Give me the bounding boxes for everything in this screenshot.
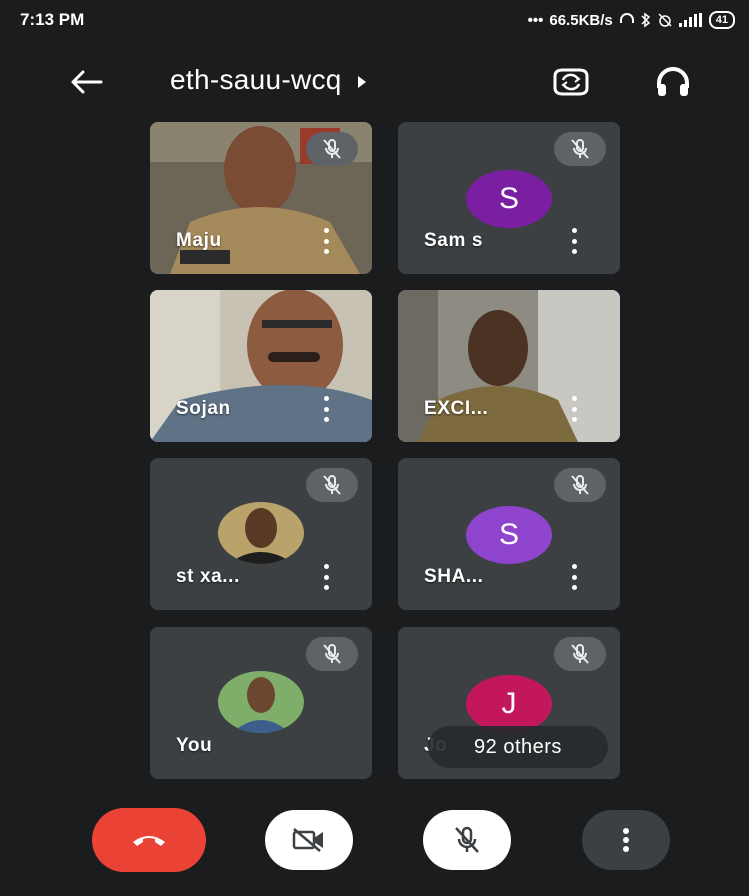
participant-tile-st-xa[interactable]: st xa... (150, 458, 372, 610)
participant-more-button[interactable] (320, 396, 332, 422)
participant-tile-sojan[interactable]: Sojan (150, 290, 372, 442)
bluetooth-icon (641, 12, 650, 28)
status-time: 7:13 PM (20, 10, 85, 29)
videocam-off-icon (292, 828, 323, 852)
participant-tile-exci[interactable]: EXCI... (398, 290, 620, 442)
meeting-info-button[interactable]: eth-sauu-wcq (170, 64, 366, 96)
participant-name: Sam s (424, 230, 483, 251)
muted-badge (554, 637, 606, 671)
mic-off-icon (571, 139, 589, 159)
avatar (218, 502, 304, 564)
alarm-off-icon (658, 13, 672, 27)
participant-more-button[interactable] (568, 396, 580, 422)
network-speed: 66.5KB/s (549, 11, 613, 29)
headphones-icon (657, 67, 689, 96)
more-vert-icon (623, 828, 629, 852)
participant-more-button[interactable] (320, 564, 332, 590)
participant-name: You (176, 735, 213, 756)
participant-tile-sam-s[interactable]: S Sam s (398, 122, 620, 274)
mic-off-icon (571, 475, 589, 495)
caret-right-icon (357, 76, 366, 88)
participant-tile-you[interactable]: You (150, 627, 372, 779)
muted-badge (306, 468, 358, 502)
others-count-chip[interactable]: 92 others (428, 726, 608, 768)
dots-icon: ••• (527, 11, 544, 29)
participant-name: st xa... (176, 566, 240, 587)
mic-off-icon (323, 644, 341, 664)
status-bar: 7:13 PM ••• 66.5KB/s 41 (0, 0, 749, 40)
muted-badge (306, 132, 358, 166)
hang-up-button[interactable] (92, 808, 206, 872)
participant-tile-maju[interactable]: Maju (150, 122, 372, 274)
mic-off-icon (571, 644, 589, 664)
call-end-icon (133, 836, 165, 846)
arrow-left-icon (71, 70, 103, 94)
participant-more-button[interactable] (568, 228, 580, 254)
avatar: J (466, 675, 552, 733)
back-button[interactable] (66, 62, 106, 102)
microphone-toggle-button[interactable] (423, 810, 511, 870)
audio-output-button[interactable] (650, 60, 696, 104)
status-icons: ••• 66.5KB/s 41 (528, 11, 735, 29)
signal-icon (678, 13, 702, 27)
muted-badge (306, 637, 358, 671)
participant-tile-sha[interactable]: S SHA... (398, 458, 620, 610)
participant-name: SHA... (424, 566, 484, 587)
avatar: S (466, 506, 552, 564)
participant-more-button[interactable] (320, 228, 332, 254)
mic-off-icon (455, 826, 479, 853)
participant-name: EXCI... (424, 398, 489, 419)
mic-off-icon (323, 139, 341, 159)
muted-badge (554, 468, 606, 502)
avatar (218, 671, 304, 733)
participant-more-button[interactable] (568, 564, 580, 590)
participant-name: Maju (176, 230, 222, 251)
headphones-icon (619, 13, 634, 23)
meeting-top-bar: eth-sauu-wcq (0, 56, 749, 108)
meeting-code: eth-sauu-wcq (170, 64, 342, 95)
more-options-button[interactable] (582, 810, 670, 870)
battery-icon: 41 (708, 11, 735, 29)
camera-toggle-button[interactable] (265, 810, 353, 870)
participant-name: Sojan (176, 398, 231, 419)
call-controls (0, 800, 749, 896)
muted-badge (554, 132, 606, 166)
switch-camera-icon (553, 68, 589, 96)
avatar: S (466, 170, 552, 228)
mic-off-icon (323, 475, 341, 495)
switch-camera-button[interactable] (548, 60, 594, 104)
